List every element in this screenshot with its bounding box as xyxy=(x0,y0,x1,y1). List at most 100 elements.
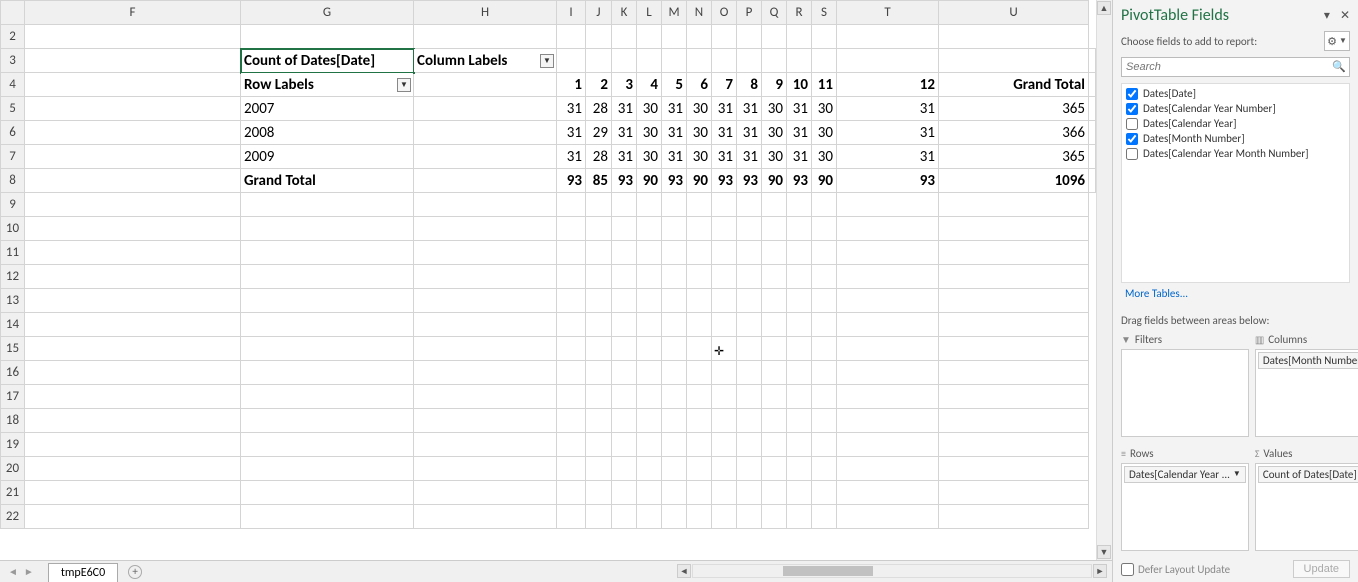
cell[interactable] xyxy=(414,169,557,193)
cell[interactable] xyxy=(737,481,762,505)
cell[interactable] xyxy=(414,121,557,145)
cell[interactable] xyxy=(637,193,662,217)
cell[interactable]: 30 xyxy=(812,121,837,145)
cell[interactable] xyxy=(414,97,557,121)
cell[interactable]: 30 xyxy=(812,97,837,121)
cell[interactable] xyxy=(737,289,762,313)
cell[interactable] xyxy=(712,385,737,409)
cell[interactable]: 31 xyxy=(787,97,812,121)
cell[interactable] xyxy=(737,457,762,481)
cell[interactable]: 31 xyxy=(712,145,737,169)
cell[interactable] xyxy=(687,481,712,505)
cell[interactable] xyxy=(662,409,687,433)
cell[interactable] xyxy=(612,241,637,265)
cell[interactable] xyxy=(612,433,637,457)
cell[interactable] xyxy=(762,241,787,265)
cell[interactable] xyxy=(25,433,241,457)
col-header[interactable]: S xyxy=(812,1,837,25)
cell[interactable] xyxy=(812,337,837,361)
area-field-item[interactable]: Dates[Month Number]▼ xyxy=(1258,352,1358,369)
cell[interactable] xyxy=(712,361,737,385)
row-header[interactable]: 16 xyxy=(1,361,25,385)
row-header[interactable]: 4 xyxy=(1,73,25,97)
cell[interactable] xyxy=(557,265,586,289)
cell[interactable] xyxy=(637,433,662,457)
cell[interactable] xyxy=(787,433,812,457)
cell[interactable] xyxy=(837,25,939,49)
tab-nav-last-icon[interactable]: ► xyxy=(24,565,34,578)
cell[interactable] xyxy=(586,337,612,361)
cell[interactable] xyxy=(762,505,787,529)
row-header[interactable]: 18 xyxy=(1,409,25,433)
cell[interactable] xyxy=(837,409,939,433)
cell[interactable] xyxy=(586,49,612,73)
cell[interactable]: 31 xyxy=(737,97,762,121)
cell[interactable] xyxy=(662,433,687,457)
cell[interactable] xyxy=(737,313,762,337)
cell[interactable]: 31 xyxy=(662,97,687,121)
cell[interactable] xyxy=(241,361,414,385)
cell[interactable] xyxy=(414,25,557,49)
cell[interactable] xyxy=(687,289,712,313)
cell[interactable] xyxy=(737,433,762,457)
area-field-item[interactable]: Count of Dates[Date]▼ xyxy=(1258,466,1358,483)
cell[interactable] xyxy=(612,217,637,241)
cell[interactable] xyxy=(586,385,612,409)
add-sheet-button[interactable]: + xyxy=(128,565,142,579)
sheet-tab[interactable]: tmpE6C0 xyxy=(48,563,118,582)
cell[interactable] xyxy=(712,193,737,217)
cell[interactable] xyxy=(241,337,414,361)
cell[interactable] xyxy=(662,193,687,217)
filters-drop-area[interactable] xyxy=(1121,349,1249,437)
col-header[interactable]: O xyxy=(712,1,737,25)
cell[interactable] xyxy=(939,241,1089,265)
cell[interactable]: 90 xyxy=(812,169,837,193)
cell[interactable] xyxy=(939,25,1089,49)
cell[interactable] xyxy=(414,409,557,433)
cell[interactable] xyxy=(687,265,712,289)
cell[interactable] xyxy=(612,265,637,289)
cell[interactable] xyxy=(687,49,712,73)
cell[interactable] xyxy=(737,193,762,217)
cell[interactable] xyxy=(557,409,586,433)
cell[interactable] xyxy=(687,457,712,481)
cell[interactable]: 31 xyxy=(837,121,939,145)
cell[interactable] xyxy=(712,409,737,433)
col-header[interactable]: R xyxy=(787,1,812,25)
cell[interactable] xyxy=(637,289,662,313)
cell[interactable] xyxy=(241,457,414,481)
cell[interactable] xyxy=(414,73,557,97)
cell[interactable] xyxy=(787,313,812,337)
cell[interactable] xyxy=(557,241,586,265)
cell[interactable]: 30 xyxy=(762,97,787,121)
cell[interactable]: 10 xyxy=(787,73,812,97)
cell[interactable] xyxy=(762,337,787,361)
cell[interactable] xyxy=(687,385,712,409)
cell[interactable]: 31 xyxy=(662,145,687,169)
cell[interactable] xyxy=(414,337,557,361)
cell[interactable] xyxy=(737,217,762,241)
cell[interactable] xyxy=(637,217,662,241)
cell[interactable] xyxy=(414,145,557,169)
cell[interactable] xyxy=(762,433,787,457)
row-header[interactable]: 7 xyxy=(1,145,25,169)
cell[interactable] xyxy=(612,313,637,337)
cell[interactable]: 30 xyxy=(812,145,837,169)
column-header-row[interactable]: F G H I J K L M N O P Q R S T xyxy=(1,1,1096,25)
cell[interactable] xyxy=(737,265,762,289)
cell[interactable]: 31 xyxy=(737,145,762,169)
cell[interactable] xyxy=(662,361,687,385)
cell[interactable] xyxy=(557,289,586,313)
col-header[interactable]: P xyxy=(737,1,762,25)
horizontal-scrollbar[interactable] xyxy=(692,564,1092,578)
cell[interactable] xyxy=(939,433,1089,457)
cell[interactable] xyxy=(241,313,414,337)
update-button[interactable]: Update xyxy=(1293,560,1350,578)
cell[interactable]: 2008 xyxy=(241,121,414,145)
cell[interactable] xyxy=(939,49,1089,73)
cell[interactable] xyxy=(557,433,586,457)
cell[interactable] xyxy=(837,241,939,265)
cell[interactable] xyxy=(241,289,414,313)
cell[interactable] xyxy=(241,193,414,217)
cell[interactable]: 2 xyxy=(586,73,612,97)
